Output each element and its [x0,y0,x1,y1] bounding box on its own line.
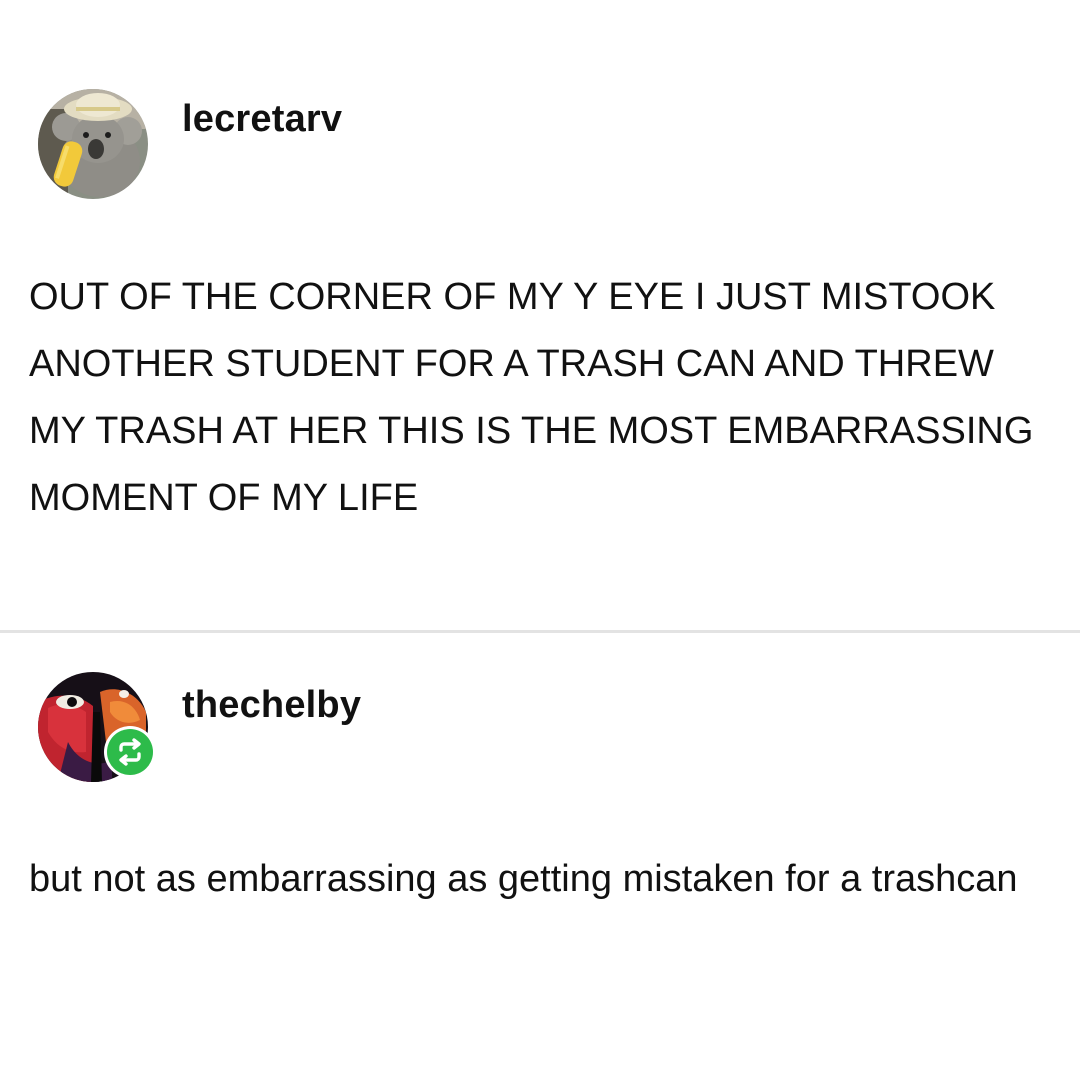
original-post: lecretarv OUT OF THE CORNER OF MY Y EYE … [0,0,1080,632]
post-body-text: but not as embarrassing as getting mista… [29,858,1018,900]
post-divider [0,630,1080,633]
reblog-post: thechelby but not as embarrassing as get… [0,634,1080,1080]
username-link[interactable]: lecretarv [182,98,342,141]
reblog-badge [104,726,156,778]
koala-avatar-icon[interactable] [38,89,148,199]
reblog-icon [107,729,153,775]
tumblr-post-thread: lecretarv OUT OF THE CORNER OF MY Y EYE … [0,0,1080,1080]
post-body-text: OUT OF THE CORNER OF MY Y EYE I JUST MIS… [29,276,1034,519]
username-link[interactable]: thechelby [182,684,361,727]
